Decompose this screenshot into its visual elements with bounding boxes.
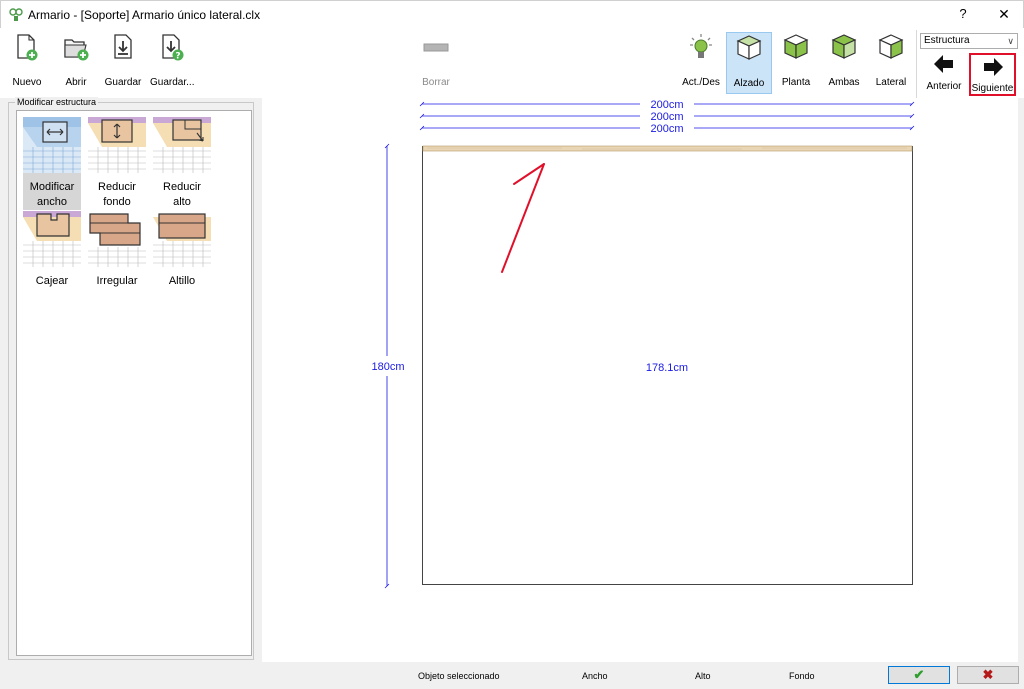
reducir-alto-label: Reducir alto xyxy=(163,181,201,208)
borrar-label: Borrar xyxy=(422,77,450,88)
siguiente-button[interactable]: Siguiente xyxy=(969,53,1016,96)
cube-front-icon xyxy=(736,35,762,60)
cancel-button[interactable]: ✖ xyxy=(957,666,1019,684)
ambas-view-button[interactable]: Ambas xyxy=(824,32,864,94)
open-folder-icon xyxy=(64,39,89,61)
eraser-icon xyxy=(423,43,449,52)
altillo-tile[interactable]: Altillo xyxy=(153,211,211,289)
app-logo-icon xyxy=(9,8,23,21)
lateral-label: Lateral xyxy=(875,77,907,88)
reducir-fondo-label: Reducir fondo xyxy=(98,181,136,208)
save-as-icon: ? xyxy=(162,34,184,62)
window-title: Armario - [Soporte] Armario único latera… xyxy=(28,8,261,22)
arrow-right-icon xyxy=(983,58,1003,76)
act-des-label: Act./Des xyxy=(682,77,720,88)
irregular-tile[interactable]: Irregular xyxy=(88,211,146,289)
height-inner-label: 178.1cm xyxy=(646,362,688,374)
lateral-view-button[interactable]: Lateral xyxy=(870,32,912,94)
planta-label: Planta xyxy=(781,77,811,88)
status-ancho: Ancho xyxy=(582,671,608,681)
chevron-down-icon: ∨ xyxy=(1007,36,1014,46)
guardar-como-button[interactable]: ? Guardar... xyxy=(150,32,194,94)
cajear-tile[interactable]: Cajear xyxy=(23,211,81,289)
top-board[interactable] xyxy=(422,145,913,152)
status-objeto: Objeto seleccionado xyxy=(418,671,500,681)
svg-text:?: ? xyxy=(175,52,180,62)
structure-combobox[interactable]: Estructura ∨ xyxy=(920,33,1018,49)
guardar-button[interactable]: Guardar xyxy=(102,32,144,94)
status-alto: Alto xyxy=(695,671,711,681)
save-icon xyxy=(114,34,132,59)
modificar-ancho-tile[interactable]: Modificar ancho xyxy=(23,117,81,210)
new-file-icon xyxy=(17,34,38,61)
act-des-button[interactable]: Act./Des xyxy=(680,32,722,94)
status-bar: Objeto seleccionado Ancho Alto Fondo ✔ ✖ xyxy=(0,662,1024,689)
close-button[interactable]: ✕ xyxy=(995,6,1013,23)
reduce-depth-icon xyxy=(88,117,146,173)
borrar-button[interactable]: Borrar xyxy=(416,32,456,94)
irregular-label: Irregular xyxy=(96,275,138,287)
lightbulb-icon xyxy=(690,34,712,58)
checkmark-icon: ✔ xyxy=(913,667,925,682)
cube-both-icon xyxy=(831,34,857,59)
structure-tool-list: Modificar ancho Reducir fondo Reducir al… xyxy=(16,110,252,656)
height-outer-label: 180cm xyxy=(371,361,404,373)
nuevo-button[interactable]: Nuevo xyxy=(6,32,48,94)
cancel-x-icon: ✖ xyxy=(982,667,994,682)
toolbar-separator xyxy=(916,30,917,98)
toolbar: Nuevo Abrir Guardar ? Guardar... Borrar … xyxy=(0,28,1024,98)
siguiente-label: Siguiente xyxy=(971,83,1014,94)
help-button[interactable]: ? xyxy=(955,6,971,21)
elevation-drawing: 200cm 200cm 200cm 180cm 178.1cm xyxy=(371,99,915,589)
ok-button[interactable]: ✔ xyxy=(888,666,950,684)
ambas-label: Ambas xyxy=(828,77,860,88)
alzado-label: Alzado xyxy=(733,78,765,89)
cajear-label: Cajear xyxy=(35,275,69,287)
notch-icon xyxy=(23,211,81,267)
planta-view-button[interactable]: Planta xyxy=(776,32,816,94)
guardar-como-label: Guardar... xyxy=(150,77,195,88)
anterior-button[interactable]: Anterior xyxy=(922,52,966,96)
structure-combobox-value: Estructura xyxy=(924,35,970,46)
guardar-label: Guardar xyxy=(104,77,142,88)
irregular-icon xyxy=(88,211,146,267)
modificar-ancho-label: Modificar ancho xyxy=(29,181,75,208)
width-dim-1: 200cm xyxy=(650,99,683,111)
cube-side-icon xyxy=(878,34,904,59)
group-legend: Modificar estructura xyxy=(15,97,99,107)
abrir-button[interactable]: Abrir xyxy=(56,32,96,94)
nuevo-label: Nuevo xyxy=(12,77,42,88)
alzado-view-button[interactable]: Alzado xyxy=(726,32,772,94)
anterior-label: Anterior xyxy=(926,81,962,92)
title-bar: Armario - [Soporte] Armario único latera… xyxy=(0,0,1024,28)
width-dim-3: 200cm xyxy=(650,123,683,135)
drawing-canvas[interactable]: 200cm 200cm 200cm 180cm 178.1cm xyxy=(262,98,1018,662)
arrow-left-icon xyxy=(934,55,953,73)
loft-icon xyxy=(153,211,211,267)
reduce-height-icon xyxy=(153,117,211,173)
status-fondo: Fondo xyxy=(789,671,815,681)
altillo-label: Altillo xyxy=(168,275,196,287)
modify-width-icon xyxy=(23,117,81,173)
reducir-alto-tile[interactable]: Reducir alto xyxy=(153,117,211,210)
cube-top-icon xyxy=(783,34,809,59)
reducir-fondo-tile[interactable]: Reducir fondo xyxy=(88,117,146,210)
width-dim-2: 200cm xyxy=(650,111,683,123)
abrir-label: Abrir xyxy=(65,77,87,88)
